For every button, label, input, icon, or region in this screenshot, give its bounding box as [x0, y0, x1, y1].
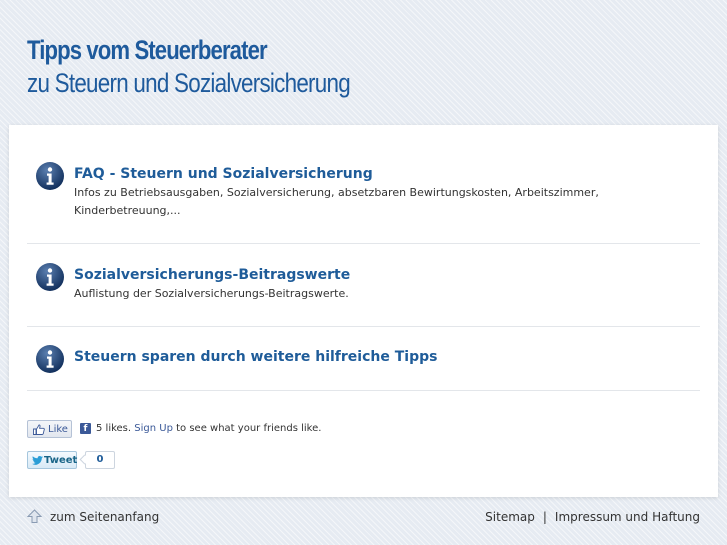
list-item: Steuern sparen durch weitere hilfreiche … [27, 343, 700, 383]
divider [27, 390, 700, 391]
footer-separator: | [542, 510, 547, 524]
entry-description: Infos zu Betriebsausgaben, Sozialversich… [74, 186, 599, 217]
signup-link[interactable]: Sign Up [134, 423, 173, 434]
imprint-link[interactable]: Impressum und Haftung [555, 510, 700, 524]
sitemap-link[interactable]: Sitemap [485, 510, 535, 524]
facebook-like-text: 5 likes. Sign Up to see what your friend… [96, 423, 321, 434]
facebook-icon: f [80, 423, 91, 434]
site-subtitle: zu Steuern und Sozialversicherung [27, 68, 351, 98]
tipps-link[interactable]: Steuern sparen durch weitere hilfreiche … [74, 349, 437, 365]
thumbs-up-icon [33, 424, 45, 435]
site-title: Tipps vom Steuerberater [27, 35, 268, 65]
info-icon[interactable] [35, 344, 65, 374]
list-item: Sozialversicherungs-Beitragswerte Auflis… [27, 261, 700, 321]
entry-description: Auflistung der Sozialversicherungs-Beitr… [74, 287, 349, 300]
arrow-up-icon[interactable] [27, 509, 42, 524]
tweet-count: 0 [85, 451, 115, 469]
divider [27, 243, 700, 244]
site-header: Tipps vom Steuerberater zu Steuern und S… [27, 34, 416, 100]
beitragswerte-link[interactable]: Sozialversicherungs-Beitragswerte [74, 267, 350, 283]
twitter-bird-icon [32, 456, 43, 465]
info-icon[interactable] [35, 262, 65, 292]
content-panel: FAQ - Steuern und Sozialversicherung Inf… [9, 125, 718, 497]
list-item: FAQ - Steuern und Sozialversicherung Inf… [27, 160, 700, 245]
like-label: Like [48, 424, 68, 435]
like-suffix: to see what your friends like. [176, 423, 322, 434]
footer-links: Sitemap | Impressum und Haftung [485, 510, 700, 524]
divider [27, 326, 700, 327]
like-count: 5 likes. [96, 423, 132, 434]
like-button[interactable]: Like [27, 420, 72, 438]
faq-link[interactable]: FAQ - Steuern und Sozialversicherung [74, 166, 373, 182]
tweet-button[interactable]: Tweet [27, 451, 77, 469]
info-icon[interactable] [35, 161, 65, 191]
tweet-label: Tweet [44, 455, 78, 466]
back-to-top-link[interactable]: zum Seitenanfang [50, 510, 159, 524]
